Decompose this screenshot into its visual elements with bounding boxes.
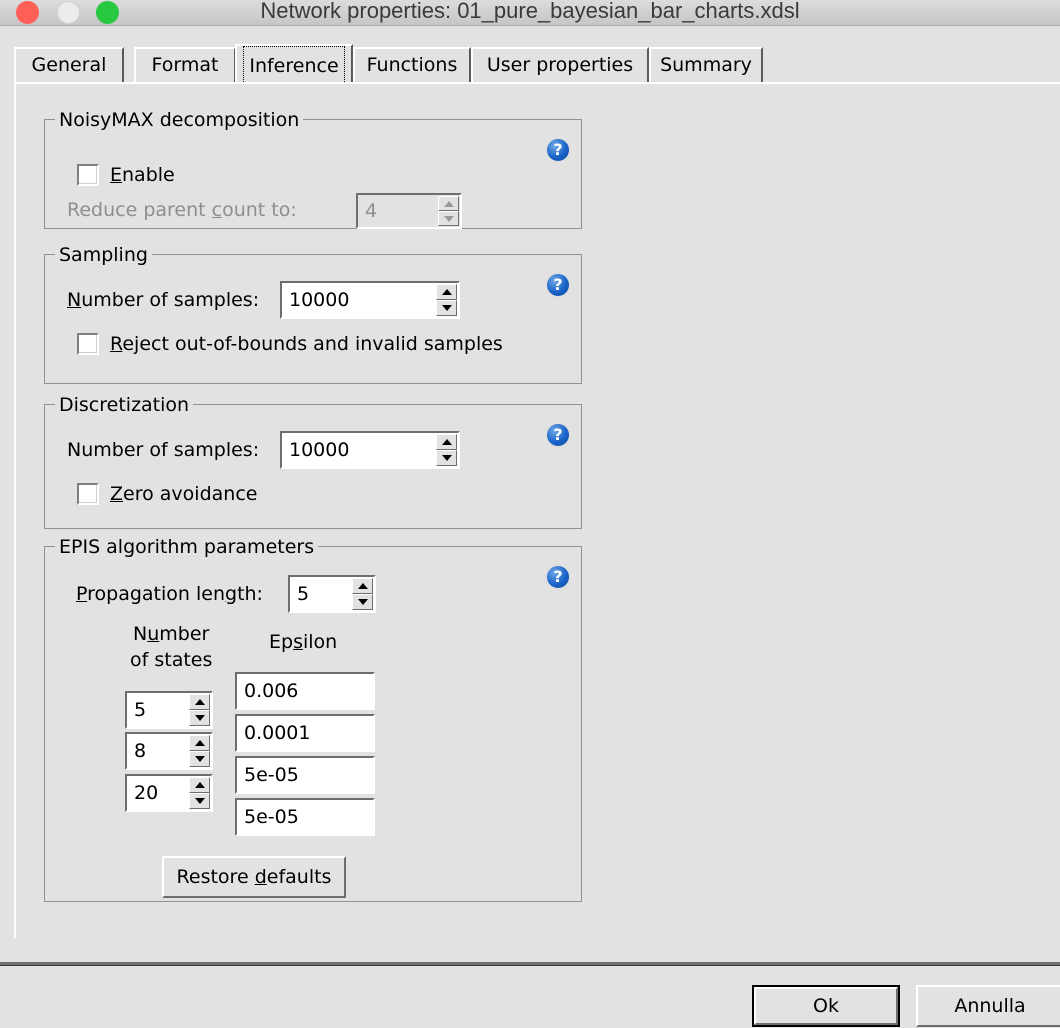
tab-format-label: Format [151,54,219,76]
help-icon[interactable]: ? [545,272,571,298]
spin-down-icon[interactable] [352,594,373,610]
spin-up-icon[interactable] [436,434,457,450]
epsilon-value-2: 0.0001 [244,722,311,744]
spin-down-icon[interactable] [189,793,210,809]
spin-down-icon[interactable] [436,300,457,316]
help-icon[interactable]: ? [545,137,571,163]
tab-inference-label: Inference [243,46,345,86]
spin-up-icon[interactable] [352,578,373,594]
reject-out-of-bounds-label: Reject out-of-bounds and invalid samples [110,333,503,355]
propagation-length-label: Propagation length: [76,583,263,605]
discretization-number-of-samples-value: 10000 [289,439,350,461]
states-value-2: 8 [134,740,147,762]
spin-down-icon[interactable] [436,450,457,466]
window-title: Network properties: 01_pure_bayesian_bar… [260,0,800,23]
epsilon-header: Epsilon [269,631,338,653]
zero-avoidance-label: Zero avoidance [110,483,258,505]
help-icon[interactable]: ? [545,564,571,590]
reduce-parent-count-spinner[interactable]: 4 [356,193,462,229]
discretization-number-of-samples-spinner[interactable]: 10000 [280,431,460,469]
group-epis-legend: EPIS algorithm parameters [55,536,319,558]
propagation-length-spinner[interactable]: 5 [288,575,376,613]
tab-functions-label: Functions [366,54,458,76]
tab-format[interactable]: Format [134,47,236,82]
states-spinner-2[interactable]: 8 [125,732,213,770]
ok-button-inner: Ok [754,987,898,1025]
spin-down-icon[interactable] [438,211,459,226]
number-of-states-header-line2: of states [130,649,213,671]
spin-up-icon[interactable] [189,777,210,793]
epsilon-field-1[interactable]: 0.006 [235,672,375,710]
tab-bar: General Format Inference Functions User … [14,44,1060,86]
help-icon-glyph: ? [553,275,563,294]
restore-defaults-button[interactable]: Restore defaults [162,856,346,898]
spin-up-icon[interactable] [438,196,459,211]
sampling-number-of-samples-value: 10000 [289,289,350,311]
epsilon-value-4: 5e-05 [244,806,299,828]
reject-out-of-bounds-checkbox[interactable] [77,333,99,355]
group-epis-algorithm-parameters: EPIS algorithm parameters ? Propagation … [44,536,582,902]
spin-down-icon[interactable] [189,710,210,726]
group-sampling-legend: Sampling [55,244,152,266]
help-icon[interactable]: ? [545,422,571,448]
spin-up-icon[interactable] [189,694,210,710]
states-spinner-1[interactable]: 5 [125,691,213,729]
epsilon-value-1: 0.006 [244,680,299,702]
group-discretization-legend: Discretization [55,394,194,416]
group-sampling: Sampling ? Number of samples: 10000 Reje… [44,244,582,384]
group-noisymax-legend: NoisyMAX decomposition [55,109,304,131]
propagation-length-value: 5 [297,583,310,605]
epsilon-field-4[interactable]: 5e-05 [235,798,375,836]
tab-functions[interactable]: Functions [353,47,471,82]
group-noisymax-decomposition: NoisyMAX decomposition ? Enable Reduce p… [44,109,582,229]
cancel-button[interactable]: Annulla [916,985,1060,1027]
dialog-footer: Ok Annulla [0,966,1060,1028]
inference-tab-panel: NoisyMAX decomposition ? Enable Reduce p… [14,82,1060,938]
help-icon-glyph: ? [553,567,563,586]
help-icon-glyph: ? [553,140,563,159]
tab-general[interactable]: General [14,47,124,82]
reduce-parent-count-value: 4 [365,200,378,222]
states-spinner-3[interactable]: 20 [125,774,213,812]
propagation-length-spin-buttons [352,578,373,610]
zero-avoidance-checkbox[interactable] [77,483,99,505]
discretization-spin-buttons [436,434,457,466]
group-discretization: Discretization ? Number of samples: 1000… [44,394,582,529]
window-titlebar: Network properties: 01_pure_bayesian_bar… [0,0,1060,26]
spin-up-icon[interactable] [436,284,457,300]
states-spin-buttons-1 [189,694,210,726]
tab-general-label: General [31,54,107,76]
spin-down-icon[interactable] [189,751,210,767]
epsilon-value-3: 5e-05 [244,764,299,786]
reduce-parent-count-spin-buttons [438,196,459,226]
epsilon-field-3[interactable]: 5e-05 [235,756,375,794]
states-spin-buttons-2 [189,735,210,767]
epsilon-field-2[interactable]: 0.0001 [235,714,375,752]
tab-user-properties[interactable]: User properties [471,47,649,82]
discretization-number-of-samples-label: Number of samples: [67,439,260,461]
tab-user-properties-label: User properties [486,54,634,76]
enable-checkbox-label: Enable [110,164,175,186]
tab-summary[interactable]: Summary [649,47,763,82]
states-value-3: 20 [134,782,159,804]
spin-up-icon[interactable] [189,735,210,751]
states-spin-buttons-3 [189,777,210,809]
tab-inference[interactable]: Inference [235,44,353,86]
enable-checkbox[interactable] [77,164,99,186]
cancel-button-label: Annulla [954,995,1026,1017]
reduce-parent-count-label: Reduce parent count to: [67,199,297,221]
number-of-states-header-line1: Number [133,623,210,645]
help-icon-glyph: ? [553,425,563,444]
ok-button[interactable]: Ok [752,985,900,1027]
tab-summary-label: Summary [660,54,752,76]
sampling-spin-buttons [436,284,457,316]
sampling-number-of-samples-spinner[interactable]: 10000 [280,281,460,319]
restore-defaults-label: Restore defaults [176,866,332,888]
states-value-1: 5 [134,699,147,721]
sampling-number-of-samples-label: Number of samples: [67,289,260,311]
ok-button-label: Ok [813,995,839,1017]
